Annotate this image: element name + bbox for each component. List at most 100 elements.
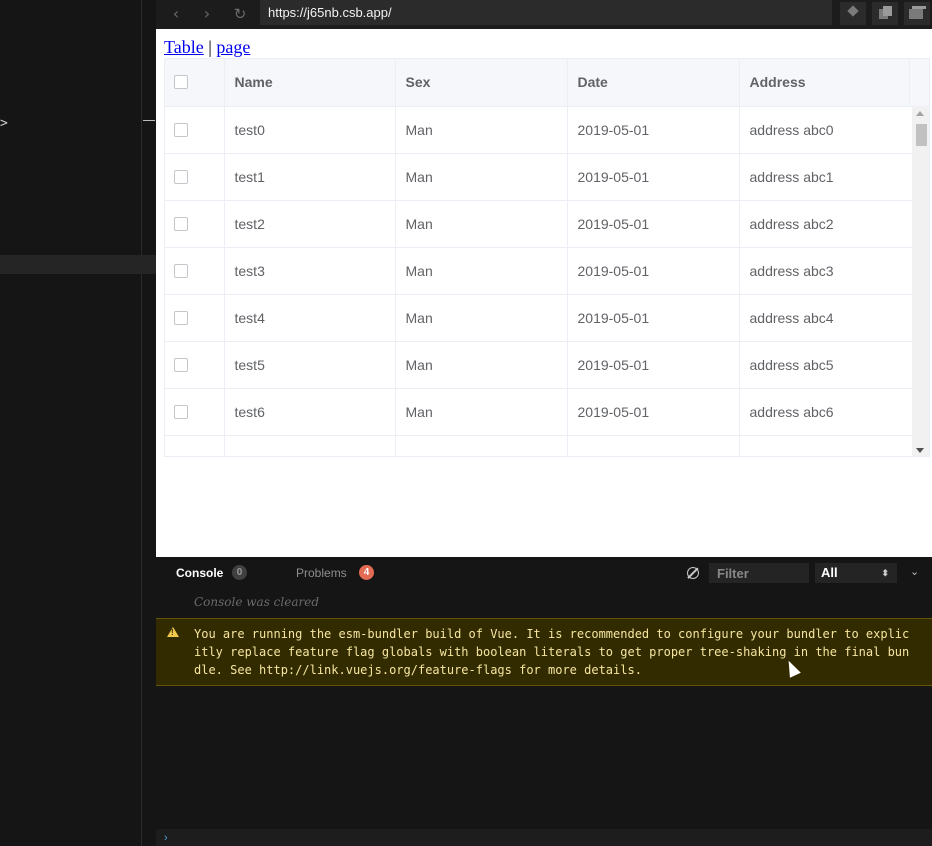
row-select-cell bbox=[165, 247, 225, 295]
row-select-cell bbox=[165, 106, 225, 154]
console-cleared-message: Console was cleared bbox=[194, 595, 320, 609]
cell-date: 2019-05-01 bbox=[567, 106, 740, 154]
cell-sex: Man bbox=[395, 200, 568, 248]
chevron-down-icon[interactable]: ⌄ bbox=[910, 565, 919, 578]
cell-name: test1 bbox=[224, 153, 396, 201]
editor-highlight-row bbox=[0, 255, 156, 274]
cell-sex: Man bbox=[395, 153, 568, 201]
select-all-checkbox[interactable] bbox=[174, 75, 188, 90]
console-input[interactable]: › bbox=[156, 829, 932, 846]
table-header-row: Name Sex Date Address bbox=[165, 59, 913, 107]
cell-name: test3 bbox=[224, 247, 396, 295]
console-tabs: Console 0 Problems 4 All ⬍ ⌄ bbox=[156, 557, 932, 589]
scrollbar-thumb[interactable] bbox=[916, 124, 927, 146]
collapse-dash[interactable] bbox=[143, 120, 155, 121]
row-checkbox[interactable] bbox=[174, 122, 188, 137]
cell-sex: Man bbox=[395, 341, 568, 389]
scroll-up-arrow-icon[interactable] bbox=[916, 111, 924, 116]
row-checkbox[interactable] bbox=[174, 404, 188, 419]
preview-page: Table | page Name Sex Date Address test0… bbox=[156, 29, 932, 557]
table-row[interactable]: test6 Man 2019-05-01 address abc6 bbox=[165, 388, 913, 436]
select-arrows-icon: ⬍ bbox=[881, 568, 889, 578]
browser-toolbar: ‹ › ↻ https://j65nb.csb.app/ bbox=[156, 0, 932, 29]
devtools-icon[interactable] bbox=[840, 2, 866, 25]
row-checkbox[interactable] bbox=[174, 357, 188, 372]
data-table: Name Sex Date Address test0 Man 2019-05-… bbox=[164, 58, 930, 457]
cell-address: address abc5 bbox=[739, 341, 913, 389]
cell-name: test5 bbox=[224, 341, 396, 389]
cell-date bbox=[567, 435, 740, 456]
cell-address bbox=[739, 435, 913, 456]
cell-date: 2019-05-01 bbox=[567, 294, 740, 342]
filter-input[interactable] bbox=[709, 563, 809, 583]
editor-pane bbox=[0, 0, 156, 846]
console-panel: Console 0 Problems 4 All ⬍ ⌄ Console was… bbox=[156, 557, 932, 846]
log-level-value: All bbox=[821, 565, 838, 580]
cell-date: 2019-05-01 bbox=[567, 388, 740, 436]
column-header-sex[interactable]: Sex bbox=[395, 59, 568, 107]
pane-divider[interactable] bbox=[141, 0, 142, 846]
chevron-right-icon[interactable]: › bbox=[196, 3, 218, 25]
scrollbar-header-gutter bbox=[909, 59, 929, 106]
link-separator: | bbox=[203, 37, 217, 57]
row-select-cell bbox=[165, 153, 225, 201]
table-link[interactable]: Table bbox=[164, 37, 204, 57]
cell-name: test4 bbox=[224, 294, 396, 342]
chevron-left-icon[interactable]: ‹ bbox=[165, 3, 187, 25]
cell-date: 2019-05-01 bbox=[567, 247, 740, 295]
table-row[interactable]: test5 Man 2019-05-01 address abc5 bbox=[165, 341, 913, 389]
table-row[interactable] bbox=[165, 435, 913, 456]
scroll-down-arrow-icon[interactable] bbox=[916, 448, 924, 453]
layout-icon[interactable] bbox=[904, 2, 930, 25]
warning-text: You are running the esm-bundler build of… bbox=[194, 627, 910, 677]
cell-sex: Man bbox=[395, 388, 568, 436]
cell-date: 2019-05-01 bbox=[567, 341, 740, 389]
row-checkbox[interactable] bbox=[174, 169, 188, 184]
cell-address: address abc3 bbox=[739, 247, 913, 295]
cell-address: address abc6 bbox=[739, 388, 913, 436]
cell-name bbox=[224, 435, 396, 456]
problems-count-badge: 4 bbox=[359, 565, 374, 580]
cell-address: address abc4 bbox=[739, 294, 913, 342]
cell-address: address abc0 bbox=[739, 106, 913, 154]
row-select-cell bbox=[165, 435, 225, 456]
cell-date: 2019-05-01 bbox=[567, 200, 740, 248]
cell-date: 2019-05-01 bbox=[567, 153, 740, 201]
cell-sex: Man bbox=[395, 106, 568, 154]
row-checkbox[interactable] bbox=[174, 263, 188, 278]
tab-console[interactable]: Console bbox=[176, 566, 223, 580]
cell-sex: Man bbox=[395, 247, 568, 295]
cell-address: address abc1 bbox=[739, 153, 913, 201]
cell-sex bbox=[395, 435, 568, 456]
clear-console-icon[interactable] bbox=[687, 567, 699, 579]
nav-links: Table | page bbox=[164, 37, 250, 58]
cell-name: test2 bbox=[224, 200, 396, 248]
column-header-address[interactable]: Address bbox=[739, 59, 913, 107]
column-header-date[interactable]: Date bbox=[567, 59, 740, 107]
row-checkbox[interactable] bbox=[174, 216, 188, 231]
row-select-cell bbox=[165, 341, 225, 389]
console-count-badge: 0 bbox=[232, 565, 247, 580]
log-level-select[interactable]: All ⬍ bbox=[815, 563, 897, 583]
column-header-name[interactable]: Name bbox=[224, 59, 396, 107]
row-select-cell bbox=[165, 388, 225, 436]
reload-icon[interactable]: ↻ bbox=[229, 3, 251, 25]
table-row[interactable]: test1 Man 2019-05-01 address abc1 bbox=[165, 153, 913, 201]
row-checkbox[interactable] bbox=[174, 310, 188, 325]
table-row[interactable]: test2 Man 2019-05-01 address abc2 bbox=[165, 200, 913, 248]
table-row[interactable]: test4 Man 2019-05-01 address abc4 bbox=[165, 294, 913, 342]
table-row[interactable]: test3 Man 2019-05-01 address abc3 bbox=[165, 247, 913, 295]
cell-address: address abc2 bbox=[739, 200, 913, 248]
expand-arrow[interactable]: > bbox=[0, 116, 8, 131]
select-all-cell bbox=[165, 59, 225, 107]
page-link[interactable]: page bbox=[216, 37, 250, 57]
table-scrollbar[interactable] bbox=[912, 106, 929, 456]
tab-problems[interactable]: Problems bbox=[296, 566, 347, 580]
table-row[interactable]: test0 Man 2019-05-01 address abc0 bbox=[165, 106, 913, 154]
url-bar[interactable]: https://j65nb.csb.app/ bbox=[260, 0, 832, 25]
prompt-icon: › bbox=[164, 832, 168, 844]
cell-name: test0 bbox=[224, 106, 396, 154]
warning-message: You are running the esm-bundler build of… bbox=[156, 618, 932, 686]
row-select-cell bbox=[165, 200, 225, 248]
open-new-window-icon[interactable] bbox=[872, 2, 898, 25]
